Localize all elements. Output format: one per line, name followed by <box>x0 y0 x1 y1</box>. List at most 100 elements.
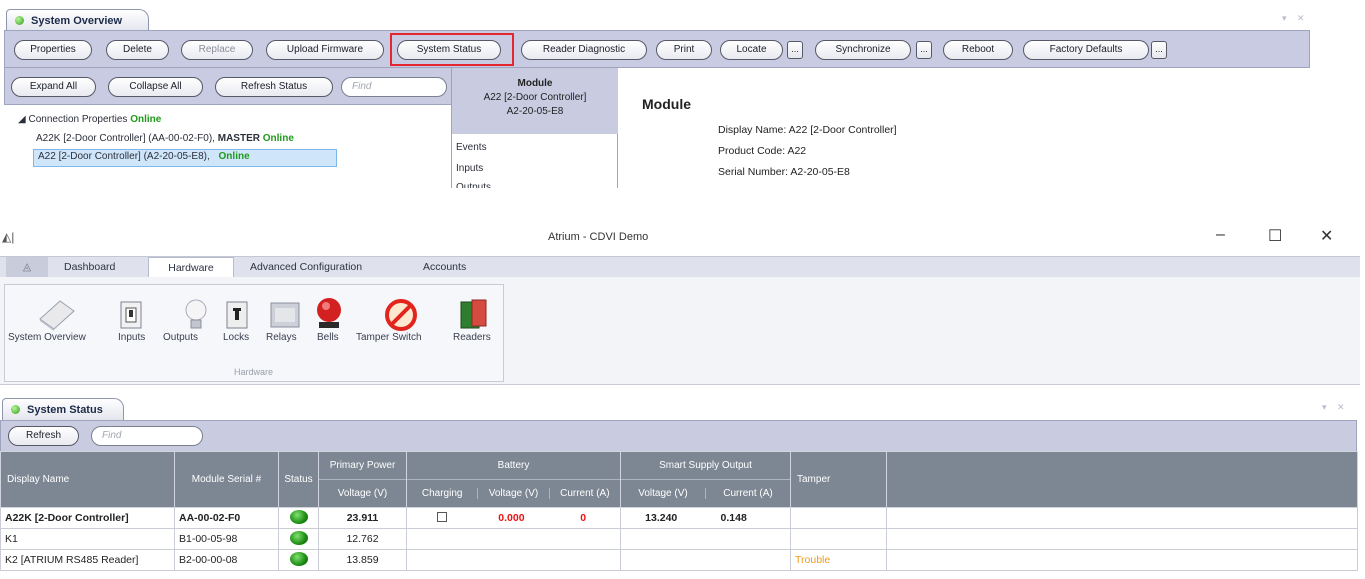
nav-outputs[interactable]: Outputs <box>456 182 491 188</box>
col-status[interactable]: Status <box>278 451 319 508</box>
relays-icon[interactable] <box>270 300 300 330</box>
col-filler <box>886 451 1358 508</box>
minimize-button[interactable]: – <box>1216 226 1225 244</box>
bells-button[interactable]: Bells <box>317 332 339 343</box>
charging-label: Charging <box>407 488 479 499</box>
expand-all-button[interactable]: Expand All <box>11 77 96 97</box>
product-code-field: Product Code: A22 <box>718 145 807 157</box>
readers-button[interactable]: Readers <box>453 332 491 343</box>
cell-primary-voltage: 13.859 <box>318 549 407 571</box>
nav-inputs[interactable]: Inputs <box>456 163 483 174</box>
bells-icon[interactable] <box>314 296 344 332</box>
factory-defaults-more-button[interactable]: ... <box>1151 41 1167 59</box>
col-display-name[interactable]: Display Name <box>0 451 175 508</box>
cell-battery <box>406 528 621 550</box>
upload-firmware-button[interactable]: Upload Firmware <box>266 40 384 60</box>
outputs-button[interactable]: Outputs <box>163 332 198 343</box>
status-find-input[interactable]: Find <box>91 426 203 446</box>
node-status: Online <box>262 133 294 144</box>
nav-events[interactable]: Events <box>456 142 487 153</box>
expand-arrow-icon[interactable]: ◢ <box>18 114 26 125</box>
tree-node-a22k[interactable]: A22K [2-Door Controller] (AA-00-02-F0), … <box>36 133 294 144</box>
tab-dashboard[interactable]: Dashboard <box>64 257 115 279</box>
properties-button[interactable]: Properties <box>14 40 92 60</box>
cell-display-name: A22K [2-Door Controller] <box>0 507 175 529</box>
module-summary-name: A22 [2-Door Controller] <box>483 92 587 103</box>
table-row[interactable]: K2 [ATRIUM RS485 Reader] B2-00-00-08 13.… <box>0 549 1358 571</box>
module-summary-serial: A2-20-05-E8 <box>506 106 564 117</box>
display-name-field: Display Name: A22 [2-Door Controller] <box>718 124 897 136</box>
online-led-icon <box>289 509 308 524</box>
online-led-icon <box>289 530 308 545</box>
module-summary-title: Module <box>517 78 553 89</box>
tab-hardware[interactable]: Hardware <box>148 257 234 279</box>
table-row[interactable]: K1 B1-00-05-98 12.762 <box>0 528 1358 550</box>
refresh-status-button[interactable]: Refresh Status <box>215 77 333 97</box>
col-tamper[interactable]: Tamper <box>790 451 887 508</box>
table-row[interactable]: A22K [2-Door Controller] AA-00-02-F0 23.… <box>0 507 1358 529</box>
reader-diagnostic-button[interactable]: Reader Diagnostic <box>521 40 647 60</box>
refresh-button[interactable]: Refresh <box>8 426 79 446</box>
system-overview-button[interactable]: System Overview <box>8 332 86 343</box>
tab-label: System Status <box>27 404 103 416</box>
synchronize-button[interactable]: Synchronize <box>815 40 911 60</box>
window-title: Atrium - CDVI Demo <box>548 231 649 243</box>
col-battery[interactable]: Battery Charging Voltage (V) Current (A) <box>406 451 621 508</box>
print-button[interactable]: Print <box>656 40 712 60</box>
battery-current-label: Current (A) <box>560 488 610 499</box>
locate-more-button[interactable]: ... <box>787 41 803 59</box>
primary-voltage-label: Voltage (V) <box>337 488 388 499</box>
locks-icon[interactable] <box>226 300 248 330</box>
collapse-all-button[interactable]: Collapse All <box>108 77 203 97</box>
maximize-button[interactable]: ☐ <box>1268 226 1282 246</box>
tab-label: System Overview <box>31 15 123 27</box>
factory-defaults-button[interactable]: Factory Defaults <box>1023 40 1149 60</box>
readers-icon[interactable] <box>458 298 488 332</box>
relays-button[interactable]: Relays <box>266 332 297 343</box>
cell-smart-voltage: 13.240 <box>645 512 678 524</box>
tree-node-a22[interactable]: A22 [2-Door Controller] (A2-20-05-E8), O… <box>38 151 250 162</box>
locks-button[interactable]: Locks <box>223 332 249 343</box>
tamper-switch-icon[interactable] <box>384 298 418 332</box>
tab-system-status[interactable]: System Status <box>2 398 124 420</box>
replace-button[interactable]: Replace <box>181 40 253 60</box>
delete-button[interactable]: Delete <box>106 40 169 60</box>
tamper-switch-button[interactable]: Tamper Switch <box>356 332 422 343</box>
app-menu-icon[interactable]: ◬ <box>6 257 48 279</box>
module-heading: Module <box>642 96 691 112</box>
pin-close-icon[interactable]: ▾ ✕ <box>1282 13 1309 24</box>
col-module-serial[interactable]: Module Serial # <box>174 451 279 508</box>
col-smart-supply[interactable]: Smart Supply Output Voltage (V) Current (… <box>620 451 791 508</box>
inputs-icon[interactable] <box>120 300 142 330</box>
tab-accounts[interactable]: Accounts <box>423 257 466 279</box>
module-details: Module Display Name: A22 [2-Door Control… <box>618 68 1310 188</box>
device-tree: ◢ Connection Properties Online A22K [2-D… <box>4 105 452 188</box>
pin-close-icon[interactable]: ▾ ✕ <box>1322 402 1349 413</box>
system-overview-icon[interactable] <box>36 297 78 331</box>
cell-smart-supply: 13.240 0.148 <box>620 507 791 529</box>
tree-find-input[interactable]: Find <box>341 77 447 97</box>
cell-smart-current: 0.148 <box>720 512 747 524</box>
col-primary-power[interactable]: Primary Power Voltage (V) <box>318 451 407 508</box>
inputs-button[interactable]: Inputs <box>118 332 145 343</box>
cell-battery-current: 0 <box>580 511 587 524</box>
close-button[interactable]: ✕ <box>1320 226 1333 246</box>
cell-smart-supply <box>620 528 791 550</box>
tree-root[interactable]: ◢ Connection Properties Online <box>18 114 161 125</box>
smart-current-label: Current (A) <box>723 488 773 499</box>
tab-advanced-configuration[interactable]: Advanced Configuration <box>250 257 362 279</box>
tree-root-label: Connection Properties <box>28 114 128 125</box>
cell-serial: B2-00-00-08 <box>174 549 279 571</box>
smart-supply-label: Smart Supply Output <box>621 452 790 480</box>
charging-checkbox[interactable] <box>436 511 447 522</box>
tree-root-status: Online <box>130 114 162 125</box>
reboot-button[interactable]: Reboot <box>943 40 1013 60</box>
status-table: Display Name Module Serial # Status Prim… <box>0 451 1358 571</box>
synchronize-more-button[interactable]: ... <box>916 41 932 59</box>
smart-voltage-label: Voltage (V) <box>621 488 706 499</box>
locate-button[interactable]: Locate <box>720 40 783 60</box>
outputs-icon[interactable] <box>184 298 208 332</box>
tab-system-overview[interactable]: System Overview <box>6 9 149 31</box>
cell-battery: 0.000 0 <box>406 507 621 529</box>
cell-status <box>278 507 319 529</box>
